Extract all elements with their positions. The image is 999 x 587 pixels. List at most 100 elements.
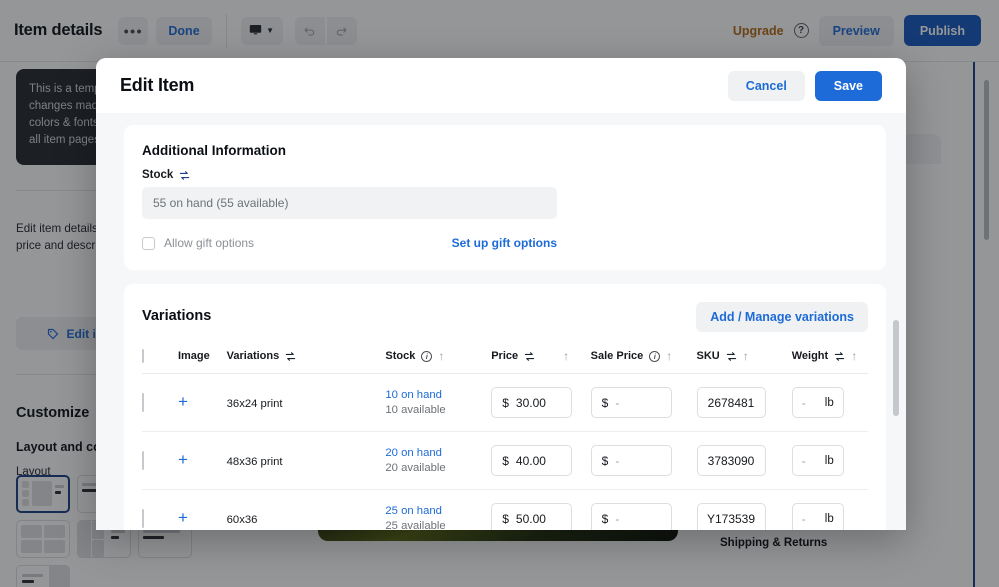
col-select-all — [142, 349, 178, 374]
stock-input[interactable]: 55 on hand (55 available) — [142, 187, 557, 219]
add-manage-variations-button[interactable]: Add / Manage variations — [696, 302, 868, 332]
arrow-up-icon[interactable]: ↑ — [851, 350, 857, 362]
col-variations: Variations — [226, 350, 386, 374]
info-icon[interactable]: i — [649, 350, 661, 362]
sku-input[interactable]: Y173539 — [696, 503, 766, 530]
table-row[interactable]: + 48x36 print 20 on hand 20 available $ … — [142, 431, 868, 490]
stock-available-text: 20 available — [385, 462, 446, 474]
row-sale-price-cell: $ - — [590, 431, 697, 490]
modal-scrollbar-thumb[interactable] — [893, 320, 899, 416]
row-weight-cell: - lb — [791, 490, 868, 530]
col-image-label: Image — [177, 350, 210, 362]
sku-input[interactable]: 3783090 — [696, 445, 766, 476]
col-price-label: Price — [491, 350, 519, 362]
weight-input[interactable]: - lb — [791, 503, 844, 530]
plus-icon[interactable]: + — [178, 508, 188, 527]
weight-input[interactable]: - lb — [791, 387, 844, 418]
modal-body: Additional Information Stock 55 on hand … — [96, 113, 906, 530]
row-stock-cell: 20 on hand 20 available — [385, 431, 492, 490]
price-value: 30.00 — [515, 395, 546, 410]
variations-header: Variations Add / Manage variations — [142, 302, 868, 332]
swap-icon[interactable] — [834, 351, 845, 362]
weight-unit: lb — [824, 454, 834, 467]
row-variation-cell: 48x36 print — [226, 431, 386, 490]
arrow-up-icon[interactable]: ↑ — [666, 350, 672, 362]
stock-on-hand-link[interactable]: 10 on hand — [385, 389, 491, 401]
cancel-button[interactable]: Cancel — [727, 70, 805, 101]
col-sku-label: SKU — [696, 350, 720, 362]
row-checkbox[interactable] — [142, 392, 144, 412]
variations-table: Image Variations Stock i ↑ Price ↑ Sale … — [142, 349, 868, 531]
allow-gift-options-checkbox[interactable] — [142, 236, 155, 250]
col-variations-label: Variations — [226, 350, 280, 362]
weight-unit: lb — [824, 396, 834, 409]
col-price: Price ↑ — [491, 350, 591, 374]
table-row[interactable]: + 60x36 25 on hand 25 available $ 50.00 — [142, 490, 868, 531]
weight-input[interactable]: - lb — [791, 445, 844, 476]
variation-name: 36x24 print — [226, 397, 283, 410]
col-sale-price: Sale Price i ↑ — [590, 350, 697, 374]
plus-icon[interactable]: + — [178, 392, 188, 411]
sale-price-value: - — [615, 511, 620, 526]
stock-on-hand-link[interactable]: 25 on hand — [385, 505, 491, 517]
variations-title: Variations — [142, 308, 212, 324]
sale-price-currency: $ — [601, 511, 609, 526]
price-currency: $ — [502, 395, 509, 410]
variation-name: 48x36 print — [226, 455, 283, 468]
col-image: Image — [177, 350, 227, 374]
sale-price-input[interactable]: $ - — [590, 445, 672, 476]
swap-icon[interactable] — [285, 351, 296, 362]
row-sku-cell: 3783090 — [696, 431, 792, 490]
price-input[interactable]: $ 40.00 — [491, 445, 573, 476]
additional-information-card: Additional Information Stock 55 on hand … — [124, 125, 886, 270]
row-select-cell — [142, 490, 178, 531]
row-weight-cell: - lb — [791, 431, 868, 490]
row-weight-cell: - lb — [791, 373, 868, 432]
plus-icon[interactable]: + — [178, 450, 188, 469]
weight-value: - — [801, 395, 806, 410]
save-button[interactable]: Save — [814, 70, 882, 101]
gift-options-row: Allow gift options Set up gift options — [142, 236, 557, 250]
row-image-cell: + — [177, 373, 227, 432]
table-row[interactable]: + 36x24 print 10 on hand 10 available $ … — [142, 373, 868, 432]
row-sku-cell: 2678481 — [696, 373, 792, 432]
price-input[interactable]: $ 50.00 — [491, 503, 573, 530]
row-image-cell: + — [178, 490, 227, 531]
info-icon[interactable]: i — [421, 350, 433, 362]
sale-price-value: - — [615, 453, 620, 468]
sale-price-input[interactable]: $ - — [590, 387, 672, 418]
sale-price-input[interactable]: $ - — [590, 503, 672, 530]
swap-icon[interactable] — [726, 351, 737, 362]
stock-field-label: Stock — [142, 169, 868, 181]
col-weight-label: Weight — [791, 350, 829, 362]
row-price-cell: $ 30.00 — [491, 373, 591, 432]
arrow-up-icon[interactable]: ↑ — [743, 350, 749, 362]
swap-icon[interactable] — [524, 351, 535, 362]
weight-unit: lb — [824, 512, 834, 525]
stock-available-text: 25 available — [385, 520, 446, 530]
variations-table-body: + 36x24 print 10 on hand 10 available $ … — [142, 373, 868, 531]
edit-item-modal: Edit Item Cancel Save Additional Informa… — [96, 58, 906, 530]
sale-price-currency: $ — [601, 453, 609, 468]
arrow-up-icon[interactable]: ↑ — [438, 350, 444, 362]
set-up-gift-options-link[interactable]: Set up gift options — [452, 236, 557, 250]
row-sku-cell: Y173539 — [696, 490, 792, 530]
col-weight: Weight ↑ — [791, 350, 868, 374]
row-checkbox[interactable] — [142, 450, 144, 470]
row-stock-cell: 25 on hand 25 available — [385, 490, 491, 530]
select-all-checkbox[interactable] — [142, 349, 144, 363]
variations-card: Variations Add / Manage variations Image — [124, 284, 886, 530]
arrow-up-icon[interactable]: ↑ — [563, 350, 569, 362]
variation-name: 60x36 — [226, 513, 258, 526]
stock-on-hand-link[interactable]: 20 on hand — [385, 447, 491, 459]
row-sale-price-cell: $ - — [590, 373, 697, 432]
price-value: 40.00 — [515, 453, 546, 468]
swap-icon[interactable] — [179, 170, 190, 181]
sku-value: Y173539 — [706, 511, 756, 526]
row-checkbox[interactable] — [142, 508, 144, 528]
weight-value: - — [801, 453, 806, 468]
allow-gift-options-label: Allow gift options — [164, 236, 255, 250]
price-input[interactable]: $ 30.00 — [491, 387, 573, 418]
price-value: 50.00 — [515, 511, 546, 526]
sku-input[interactable]: 2678481 — [696, 387, 766, 418]
